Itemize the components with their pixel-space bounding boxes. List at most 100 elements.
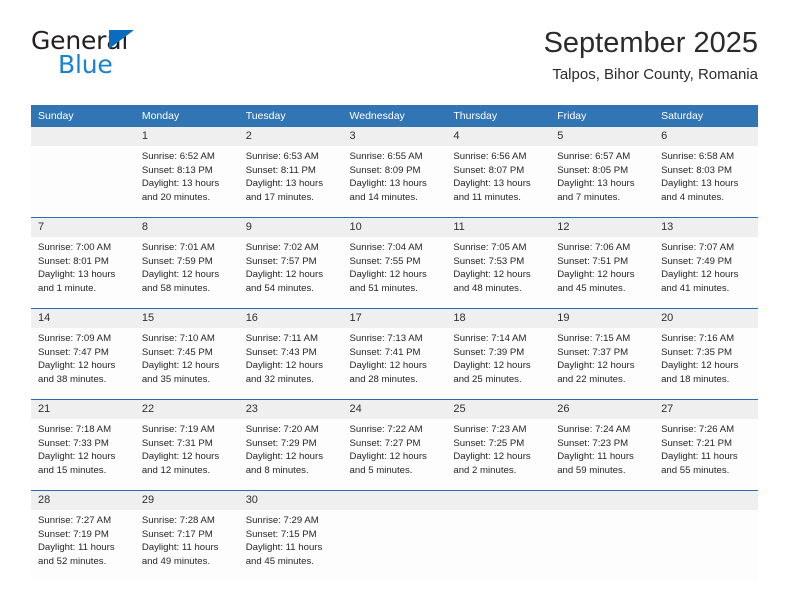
week-detail-row: Sunrise: 7:00 AM Sunset: 8:01 PM Daylight:…: [31, 237, 758, 309]
day-cell[interactable]: Sunrise: 7:18 AM Sunset: 7:33 PM Daylight:…: [31, 419, 135, 491]
logo-word-blue: Blue: [58, 50, 113, 79]
day-daylight-line: and 58 minutes.: [141, 282, 211, 294]
day-cell[interactable]: Sunrise: 7:29 AM Sunset: 7:15 PM Daylight:…: [238, 510, 343, 581]
day-sunrise-line: Sunrise: 7:09 AM: [38, 333, 112, 344]
day-number[interactable]: 10: [342, 217, 447, 237]
day-number[interactable]: 19: [550, 308, 655, 328]
day-cell[interactable]: Sunrise: 7:01 AM Sunset: 7:59 PM Daylight:…: [134, 237, 239, 309]
calendar-page: General Blue September 2025 Talpos, Biho…: [0, 0, 792, 612]
day-number[interactable]: 11: [446, 217, 551, 237]
day-number[interactable]: 20: [654, 308, 758, 328]
day-cell[interactable]: Sunrise: 6:53 AM Sunset: 8:11 PM Daylight:…: [238, 146, 343, 218]
day-number[interactable]: 9: [238, 217, 343, 237]
day-cell[interactable]: Sunrise: 7:00 AM Sunset: 8:01 PM Daylight:…: [31, 237, 135, 309]
day-cell[interactable]: Sunrise: 7:23 AM Sunset: 7:25 PM Daylight:…: [446, 419, 551, 491]
day-number[interactable]: 14: [31, 308, 135, 328]
day-sunset-line: Sunset: 7:35 PM: [661, 346, 732, 358]
day-daylight-line: Daylight: 13 hours: [38, 269, 116, 281]
day-cell[interactable]: Sunrise: 7:11 AM Sunset: 7:43 PM Daylight:…: [238, 328, 343, 400]
week-daynumber-row: 123456: [31, 127, 758, 146]
day-cell[interactable]: Sunrise: 6:56 AM Sunset: 8:07 PM Daylight:…: [446, 146, 551, 218]
day-number[interactable]: 12: [550, 217, 655, 237]
day-number[interactable]: 1: [134, 127, 239, 146]
day-daylight-line: Daylight: 12 hours: [661, 269, 739, 281]
day-number[interactable]: 8: [134, 217, 239, 237]
day-sunset-line: Sunset: 7:33 PM: [38, 437, 109, 449]
day-number[interactable]: 17: [342, 308, 447, 328]
day-sunset-line: Sunset: 8:13 PM: [141, 164, 213, 176]
day-sunrise-line: Sunrise: 6:57 AM: [557, 151, 631, 162]
day-sunset-line: Sunset: 8:11 PM: [245, 164, 316, 176]
day-number[interactable]: 15: [134, 308, 239, 328]
day-sunrise-line: Sunrise: 7:01 AM: [141, 242, 215, 253]
day-cell[interactable]: Sunrise: 7:19 AM Sunset: 7:31 PM Daylight:…: [134, 419, 239, 491]
day-number[interactable]: 21: [31, 399, 135, 419]
week-detail-row: Sunrise: 6:52 AM Sunset: 8:13 PM Daylight:…: [31, 146, 758, 218]
day-number[interactable]: 23: [238, 399, 343, 419]
day-daylight-line: and 52 minutes.: [38, 555, 107, 567]
weekday-header-tuesday: Tuesday: [238, 105, 343, 127]
day-cell[interactable]: Sunrise: 7:06 AM Sunset: 7:51 PM Daylight:…: [550, 237, 655, 309]
day-cell[interactable]: Sunrise: 7:27 AM Sunset: 7:19 PM Daylight:…: [31, 510, 135, 581]
day-daylight-line: Daylight: 12 hours: [453, 360, 531, 372]
day-daylight-line: Daylight: 12 hours: [453, 269, 531, 281]
day-number[interactable]: 18: [446, 308, 551, 328]
day-daylight-line: Daylight: 12 hours: [141, 269, 220, 281]
day-sunrise-line: Sunrise: 7:00 AM: [38, 242, 112, 253]
day-daylight-line: and 55 minutes.: [661, 464, 730, 476]
day-cell[interactable]: Sunrise: 7:04 AM Sunset: 7:55 PM Daylight:…: [342, 237, 447, 309]
day-number[interactable]: 2: [238, 127, 343, 146]
day-number[interactable]: 27: [654, 399, 758, 419]
day-daylight-line: and 38 minutes.: [38, 373, 107, 385]
day-cell[interactable]: Sunrise: 7:28 AM Sunset: 7:17 PM Daylight:…: [134, 510, 239, 581]
day-daylight-line: Daylight: 12 hours: [349, 269, 427, 281]
day-cell[interactable]: Sunrise: 7:10 AM Sunset: 7:45 PM Daylight:…: [134, 328, 239, 400]
day-daylight-line: and 25 minutes.: [453, 373, 522, 385]
day-daylight-line: and 7 minutes.: [557, 191, 621, 203]
day-sunrise-line: Sunrise: 6:55 AM: [349, 151, 423, 162]
day-number[interactable]: 3: [342, 127, 447, 146]
day-cell[interactable]: Sunrise: 7:26 AM Sunset: 7:21 PM Daylight:…: [654, 419, 758, 491]
day-daylight-line: Daylight: 13 hours: [349, 178, 427, 190]
day-number[interactable]: 24: [342, 399, 447, 419]
day-cell[interactable]: Sunrise: 7:02 AM Sunset: 7:57 PM Daylight:…: [238, 237, 343, 309]
day-cell[interactable]: Sunrise: 7:15 AM Sunset: 7:37 PM Daylight:…: [550, 328, 655, 400]
day-number[interactable]: 5: [550, 127, 655, 146]
day-cell[interactable]: Sunrise: 7:24 AM Sunset: 7:23 PM Daylight:…: [550, 419, 655, 491]
day-cell[interactable]: Sunrise: 7:16 AM Sunset: 7:35 PM Daylight:…: [654, 328, 758, 400]
day-sunrise-line: Sunrise: 7:23 AM: [453, 424, 527, 435]
day-number[interactable]: 26: [550, 399, 655, 419]
weekday-header-saturday: Saturday: [654, 105, 758, 127]
day-number[interactable]: 29: [134, 490, 239, 510]
day-sunset-line: Sunset: 7:21 PM: [661, 437, 732, 449]
page-title: September 2025: [543, 27, 758, 59]
day-daylight-line: Daylight: 13 hours: [141, 178, 220, 190]
day-daylight-line: Daylight: 12 hours: [245, 451, 324, 463]
day-number[interactable]: 7: [31, 217, 135, 237]
day-cell[interactable]: Sunrise: 7:22 AM Sunset: 7:27 PM Daylight:…: [342, 419, 447, 491]
day-daylight-line: Daylight: 12 hours: [141, 360, 220, 372]
day-cell[interactable]: Sunrise: 7:09 AM Sunset: 7:47 PM Daylight:…: [31, 328, 135, 400]
day-cell[interactable]: Sunrise: 7:20 AM Sunset: 7:29 PM Daylight:…: [238, 419, 343, 491]
calendar-table: Sunday Monday Tuesday Wednesday Thursday Frid…: [31, 105, 758, 581]
day-number[interactable]: 6: [654, 127, 758, 146]
day-daylight-line: Daylight: 12 hours: [38, 360, 116, 372]
day-cell[interactable]: Sunrise: 6:57 AM Sunset: 8:05 PM Daylight:…: [550, 146, 655, 218]
day-daylight-line: and 12 minutes.: [141, 464, 211, 476]
day-daylight-line: Daylight: 12 hours: [141, 451, 220, 463]
day-cell[interactable]: Sunrise: 7:13 AM Sunset: 7:41 PM Daylight:…: [342, 328, 447, 400]
day-cell[interactable]: Sunrise: 6:52 AM Sunset: 8:13 PM Daylight:…: [134, 146, 239, 218]
day-number[interactable]: 4: [446, 127, 551, 146]
day-cell[interactable]: Sunrise: 6:55 AM Sunset: 8:09 PM Daylight:…: [342, 146, 447, 218]
day-number[interactable]: 16: [238, 308, 343, 328]
day-sunrise-line: Sunrise: 6:52 AM: [141, 151, 215, 162]
day-number[interactable]: 25: [446, 399, 551, 419]
day-cell[interactable]: Sunrise: 7:05 AM Sunset: 7:53 PM Daylight:…: [446, 237, 551, 309]
day-number[interactable]: 22: [134, 399, 239, 419]
day-number[interactable]: 30: [238, 490, 343, 510]
day-cell[interactable]: Sunrise: 7:14 AM Sunset: 7:39 PM Daylight:…: [446, 328, 551, 400]
day-cell[interactable]: Sunrise: 6:58 AM Sunset: 8:03 PM Daylight:…: [654, 146, 758, 218]
day-number[interactable]: 13: [654, 217, 758, 237]
day-number[interactable]: 28: [31, 490, 135, 510]
day-cell[interactable]: Sunrise: 7:07 AM Sunset: 7:49 PM Daylight:…: [654, 237, 758, 309]
